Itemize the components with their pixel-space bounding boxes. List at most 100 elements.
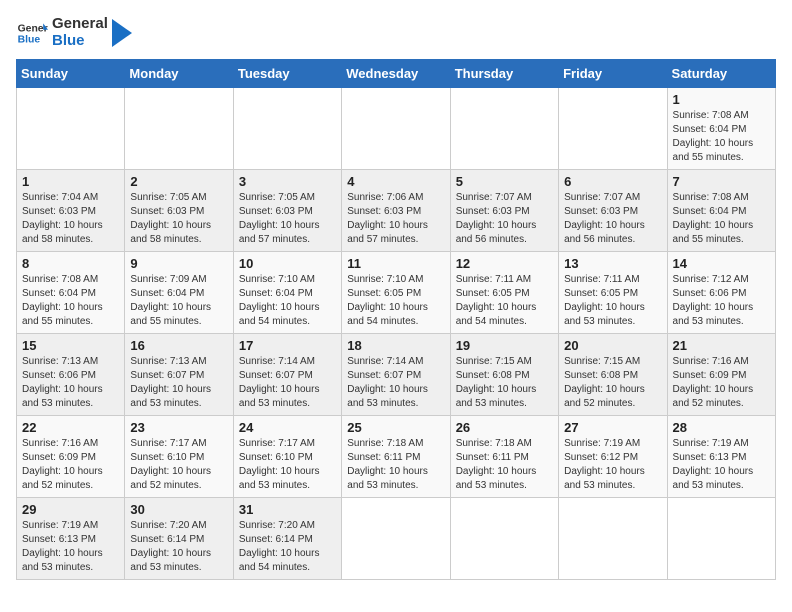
day-info: Sunrise: 7:19 AMSunset: 6:13 PMDaylight:… <box>673 438 754 491</box>
day-number: 11 <box>347 256 444 271</box>
day-info: Sunrise: 7:20 AMSunset: 6:14 PMDaylight:… <box>239 520 320 573</box>
header-friday: Friday <box>559 60 667 88</box>
day-number: 17 <box>239 338 336 353</box>
calendar-cell: 25 Sunrise: 7:18 AMSunset: 6:11 PMDaylig… <box>342 416 450 498</box>
calendar-cell: 12 Sunrise: 7:11 AMSunset: 6:05 PMDaylig… <box>450 252 558 334</box>
calendar-week-row: 1 Sunrise: 7:08 AMSunset: 6:04 PMDayligh… <box>17 88 776 170</box>
header-sunday: Sunday <box>17 60 125 88</box>
calendar-cell: 1 Sunrise: 7:08 AMSunset: 6:04 PMDayligh… <box>667 88 775 170</box>
calendar-cell: 29 Sunrise: 7:19 AMSunset: 6:13 PMDaylig… <box>17 498 125 580</box>
calendar-week-row: 1 Sunrise: 7:04 AMSunset: 6:03 PMDayligh… <box>17 170 776 252</box>
calendar-week-row: 15 Sunrise: 7:13 AMSunset: 6:06 PMDaylig… <box>17 334 776 416</box>
day-info: Sunrise: 7:11 AMSunset: 6:05 PMDaylight:… <box>456 274 537 327</box>
calendar-cell: 18 Sunrise: 7:14 AMSunset: 6:07 PMDaylig… <box>342 334 450 416</box>
day-number: 3 <box>239 174 336 189</box>
day-info: Sunrise: 7:18 AMSunset: 6:11 PMDaylight:… <box>456 438 537 491</box>
day-number: 22 <box>22 420 119 435</box>
calendar-cell <box>125 88 233 170</box>
calendar-cell: 13 Sunrise: 7:11 AMSunset: 6:05 PMDaylig… <box>559 252 667 334</box>
calendar-cell: 16 Sunrise: 7:13 AMSunset: 6:07 PMDaylig… <box>125 334 233 416</box>
calendar-cell <box>450 498 558 580</box>
calendar-cell: 14 Sunrise: 7:12 AMSunset: 6:06 PMDaylig… <box>667 252 775 334</box>
header-monday: Monday <box>125 60 233 88</box>
calendar-cell: 1 Sunrise: 7:04 AMSunset: 6:03 PMDayligh… <box>17 170 125 252</box>
calendar-table: SundayMondayTuesdayWednesdayThursdayFrid… <box>16 59 776 580</box>
calendar-cell <box>667 498 775 580</box>
page-header: General Blue General Blue <box>16 16 776 49</box>
calendar-cell: 2 Sunrise: 7:05 AMSunset: 6:03 PMDayligh… <box>125 170 233 252</box>
day-info: Sunrise: 7:08 AMSunset: 6:04 PMDaylight:… <box>673 192 754 245</box>
day-info: Sunrise: 7:18 AMSunset: 6:11 PMDaylight:… <box>347 438 428 491</box>
day-info: Sunrise: 7:05 AMSunset: 6:03 PMDaylight:… <box>239 192 320 245</box>
day-info: Sunrise: 7:07 AMSunset: 6:03 PMDaylight:… <box>564 192 645 245</box>
calendar-cell: 24 Sunrise: 7:17 AMSunset: 6:10 PMDaylig… <box>233 416 341 498</box>
day-number: 1 <box>22 174 119 189</box>
day-number: 18 <box>347 338 444 353</box>
day-info: Sunrise: 7:17 AMSunset: 6:10 PMDaylight:… <box>239 438 320 491</box>
calendar-cell: 11 Sunrise: 7:10 AMSunset: 6:05 PMDaylig… <box>342 252 450 334</box>
day-number: 20 <box>564 338 661 353</box>
day-number: 9 <box>130 256 227 271</box>
day-number: 2 <box>130 174 227 189</box>
calendar-week-row: 22 Sunrise: 7:16 AMSunset: 6:09 PMDaylig… <box>17 416 776 498</box>
calendar-cell: 20 Sunrise: 7:15 AMSunset: 6:08 PMDaylig… <box>559 334 667 416</box>
day-number: 28 <box>673 420 770 435</box>
day-number: 6 <box>564 174 661 189</box>
day-number: 29 <box>22 502 119 517</box>
calendar-week-row: 8 Sunrise: 7:08 AMSunset: 6:04 PMDayligh… <box>17 252 776 334</box>
day-info: Sunrise: 7:09 AMSunset: 6:04 PMDaylight:… <box>130 274 211 327</box>
calendar-cell: 9 Sunrise: 7:09 AMSunset: 6:04 PMDayligh… <box>125 252 233 334</box>
calendar-cell: 5 Sunrise: 7:07 AMSunset: 6:03 PMDayligh… <box>450 170 558 252</box>
day-info: Sunrise: 7:19 AMSunset: 6:12 PMDaylight:… <box>564 438 645 491</box>
day-info: Sunrise: 7:12 AMSunset: 6:06 PMDaylight:… <box>673 274 754 327</box>
logo-icon: General Blue <box>16 17 48 49</box>
day-number: 7 <box>673 174 770 189</box>
calendar-cell: 6 Sunrise: 7:07 AMSunset: 6:03 PMDayligh… <box>559 170 667 252</box>
header-saturday: Saturday <box>667 60 775 88</box>
day-info: Sunrise: 7:11 AMSunset: 6:05 PMDaylight:… <box>564 274 645 327</box>
day-info: Sunrise: 7:17 AMSunset: 6:10 PMDaylight:… <box>130 438 211 491</box>
calendar-cell: 21 Sunrise: 7:16 AMSunset: 6:09 PMDaylig… <box>667 334 775 416</box>
day-number: 25 <box>347 420 444 435</box>
day-number: 16 <box>130 338 227 353</box>
calendar-header-row: SundayMondayTuesdayWednesdayThursdayFrid… <box>17 60 776 88</box>
day-number: 14 <box>673 256 770 271</box>
day-info: Sunrise: 7:16 AMSunset: 6:09 PMDaylight:… <box>673 356 754 409</box>
calendar-cell <box>17 88 125 170</box>
calendar-cell: 27 Sunrise: 7:19 AMSunset: 6:12 PMDaylig… <box>559 416 667 498</box>
day-info: Sunrise: 7:14 AMSunset: 6:07 PMDaylight:… <box>347 356 428 409</box>
calendar-cell <box>559 88 667 170</box>
header-tuesday: Tuesday <box>233 60 341 88</box>
day-info: Sunrise: 7:10 AMSunset: 6:05 PMDaylight:… <box>347 274 428 327</box>
day-number: 15 <box>22 338 119 353</box>
day-number: 19 <box>456 338 553 353</box>
day-info: Sunrise: 7:05 AMSunset: 6:03 PMDaylight:… <box>130 192 211 245</box>
calendar-cell: 28 Sunrise: 7:19 AMSunset: 6:13 PMDaylig… <box>667 416 775 498</box>
calendar-cell <box>342 88 450 170</box>
calendar-cell: 23 Sunrise: 7:17 AMSunset: 6:10 PMDaylig… <box>125 416 233 498</box>
calendar-cell <box>559 498 667 580</box>
day-number: 27 <box>564 420 661 435</box>
calendar-cell: 30 Sunrise: 7:20 AMSunset: 6:14 PMDaylig… <box>125 498 233 580</box>
day-info: Sunrise: 7:16 AMSunset: 6:09 PMDaylight:… <box>22 438 103 491</box>
calendar-cell: 15 Sunrise: 7:13 AMSunset: 6:06 PMDaylig… <box>17 334 125 416</box>
day-number: 4 <box>347 174 444 189</box>
day-number: 12 <box>456 256 553 271</box>
logo-general: General <box>52 16 108 33</box>
calendar-cell <box>450 88 558 170</box>
day-info: Sunrise: 7:14 AMSunset: 6:07 PMDaylight:… <box>239 356 320 409</box>
day-info: Sunrise: 7:15 AMSunset: 6:08 PMDaylight:… <box>564 356 645 409</box>
day-number: 26 <box>456 420 553 435</box>
svg-text:Blue: Blue <box>18 34 41 45</box>
calendar-week-row: 29 Sunrise: 7:19 AMSunset: 6:13 PMDaylig… <box>17 498 776 580</box>
calendar-cell: 19 Sunrise: 7:15 AMSunset: 6:08 PMDaylig… <box>450 334 558 416</box>
day-info: Sunrise: 7:15 AMSunset: 6:08 PMDaylight:… <box>456 356 537 409</box>
calendar-cell: 8 Sunrise: 7:08 AMSunset: 6:04 PMDayligh… <box>17 252 125 334</box>
calendar-cell: 26 Sunrise: 7:18 AMSunset: 6:11 PMDaylig… <box>450 416 558 498</box>
calendar-cell: 10 Sunrise: 7:10 AMSunset: 6:04 PMDaylig… <box>233 252 341 334</box>
day-info: Sunrise: 7:06 AMSunset: 6:03 PMDaylight:… <box>347 192 428 245</box>
day-number: 1 <box>673 92 770 107</box>
header-thursday: Thursday <box>450 60 558 88</box>
day-number: 23 <box>130 420 227 435</box>
calendar-cell: 31 Sunrise: 7:20 AMSunset: 6:14 PMDaylig… <box>233 498 341 580</box>
